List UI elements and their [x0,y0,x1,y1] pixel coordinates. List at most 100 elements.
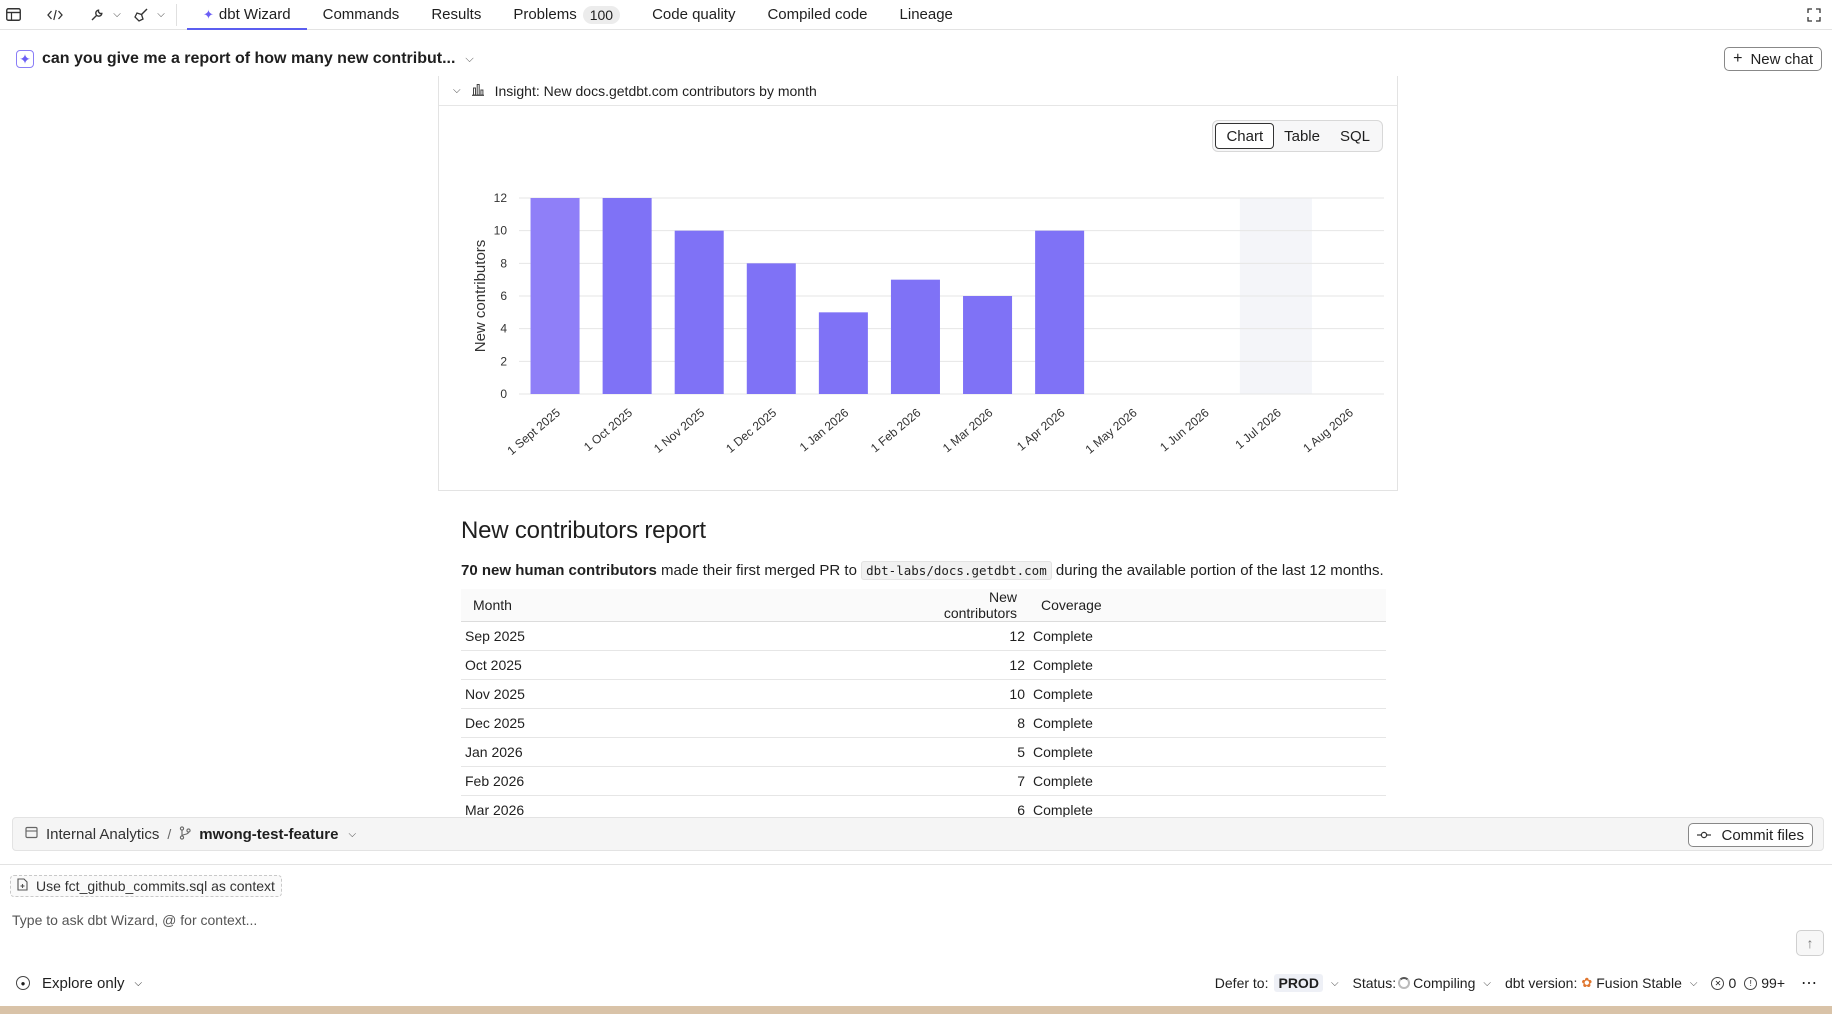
defer-selector[interactable]: Defer to: PROD ⌵ [1215,974,1339,992]
x-tick-label: 1 Feb 2026 [868,405,924,455]
tab-dbt-wizard[interactable]: ✦ dbt Wizard [187,0,307,30]
coverage-cell: Complete [1029,766,1386,796]
tab-code-quality[interactable]: Code quality [636,0,751,30]
coverage-cell: Complete [1029,621,1386,651]
chevron-down-icon[interactable]: ⌵ [154,0,168,30]
mode-selector[interactable]: ● Explore only ⌵ [16,975,142,992]
bar [963,296,1013,394]
table-icon[interactable] [0,0,26,30]
summary-count: 70 new human contributors [461,562,657,579]
bar [530,198,580,394]
wrench-icon[interactable] [84,0,110,30]
tab-lineage[interactable]: Lineage [884,0,969,30]
chevron-down-icon[interactable]: ⌵ [348,829,356,840]
version-label: dbt version: [1504,975,1578,991]
x-tick-label: 1 Sept 2025 [504,405,563,458]
tab-label: Compiled code [767,6,868,23]
summary-text: made their first merged PR to [656,562,862,579]
coverage-cell: Complete [1029,708,1386,738]
table-row: Sep 2025 12 Complete [461,621,1386,651]
dbt-version-selector[interactable]: dbt version: ✿ Fusion Stable ⌵ [1505,975,1697,991]
tab-label: Problems [513,6,577,23]
code-icon[interactable] [42,0,68,30]
problems-count-badge: 100 [582,5,621,24]
fullscreen-icon[interactable] [1804,5,1824,25]
context-chip-label: Use fct_github_commits.sql as context [36,878,275,894]
insight-title: Insight: New docs.getdbt.com contributor… [494,82,817,99]
x-tick-label: 1 May 2026 [1083,405,1140,456]
x-tick-label: 1 Aug 2026 [1300,405,1356,455]
month-cell: Nov 2025 [461,679,901,709]
more-options-icon[interactable]: ⋯ [1801,973,1818,993]
bar [674,230,724,394]
insight-header[interactable]: ⌵ Insight: New docs.getdbt.com contribut… [439,76,1397,106]
insight-card: ⌵ Insight: New docs.getdbt.com contribut… [438,76,1398,491]
view-toggle: Chart Table SQL [1212,120,1383,152]
chat-header: ✦ can you give me a report of how many n… [0,44,1832,74]
chevron-down-icon: ⌵ [134,977,143,989]
composer-divider [0,864,1832,865]
chevron-down-icon: ⌵ [1330,977,1339,989]
status-value: Compiling [1413,975,1476,991]
context-suggestion-chip[interactable]: Use fct_github_commits.sql as context [10,875,282,897]
send-button[interactable]: ↑ [1796,930,1824,956]
bar [602,198,652,394]
tab-compiled-code[interactable]: Compiled code [751,0,883,30]
commit-files-label: Commit files [1721,826,1804,844]
count-cell: 12 [901,650,1029,680]
month-cell: Jan 2026 [461,737,901,767]
month-cell: Oct 2025 [461,650,901,680]
commit-files-button[interactable]: Commit files [1688,823,1813,847]
chevron-down-icon[interactable]: ⌵ [110,0,124,30]
x-tick-label: 1 Nov 2025 [651,405,707,455]
path-separator: / [167,826,172,842]
warning-icon: ! [1744,976,1758,990]
spinner-icon [1398,977,1411,989]
tab-label: dbt Wizard [218,6,291,23]
status-bar-right: Defer to: PROD ⌵ Status: Compiling ⌵ dbt… [1201,968,1818,998]
report-table: Month New contributors Coverage Sep 2025… [461,589,1386,825]
tab-commands[interactable]: Commands [307,0,416,30]
bar [746,263,796,394]
fusion-icon: ✿ [1581,975,1593,990]
git-branch-icon [179,825,191,843]
bar [890,279,940,394]
chat-title[interactable]: can you give me a report of how many new… [42,50,455,68]
view-sql-button[interactable]: SQL [1330,123,1380,149]
new-chat-button[interactable]: + New chat [1724,47,1822,71]
toolbar-divider [176,3,177,26]
count-cell: 7 [901,766,1029,796]
tab-results[interactable]: Results [415,0,497,30]
chat-prompt-input[interactable] [12,910,1772,930]
month-cell: Sep 2025 [461,621,901,651]
status-indicator[interactable]: Status: Compiling ⌵ [1353,975,1491,991]
wizard-icon: ✦ [203,6,214,22]
count-cell: 8 [901,708,1029,738]
chevron-down-icon[interactable]: ⌵ [465,53,473,66]
plus-icon: + [1733,50,1743,67]
new-chat-label: New chat [1750,50,1813,68]
tab-label: Code quality [652,6,736,23]
contributors-bar-chart: 0 2 4 6 8 10 12 1 Sept 2025 1 Oct 2025 1 Nov 2025… [472,191,1384,458]
project-name[interactable]: Internal Analytics [46,826,159,843]
chevron-down-icon: ⌵ [1483,977,1491,989]
problems-summary[interactable]: ✕ 0 ! 99+ [1711,975,1785,991]
table-row: Feb 2026 7 Complete [461,766,1386,796]
broom-icon[interactable] [128,0,154,30]
mode-label: Explore only [42,974,125,992]
view-table-button[interactable]: Table [1274,123,1330,149]
tab-problems[interactable]: Problems 100 [497,0,636,30]
x-tick-label: 1 Jan 2026 [797,405,852,454]
column-header-month: Month [461,589,901,622]
summary-text-end: during the available portion of the last… [1051,562,1384,579]
y-tick-label: 10 [494,224,508,238]
x-tick-label: 1 Apr 2026 [1014,405,1068,453]
chevron-down-icon[interactable]: ⌵ [453,85,461,96]
view-chart-button[interactable]: Chart [1215,123,1275,149]
tab-label: Results [431,6,482,23]
x-tick-label: 1 Jul 2026 [1232,405,1284,452]
top-toolbar: ⌵ ⌵ ✦ dbt Wizard Commands Results Proble… [0,0,1832,30]
project-icon [25,826,38,842]
table-header-row: Month New contributors Coverage [461,589,1386,622]
branch-selector[interactable]: mwong-test-feature [199,826,338,843]
